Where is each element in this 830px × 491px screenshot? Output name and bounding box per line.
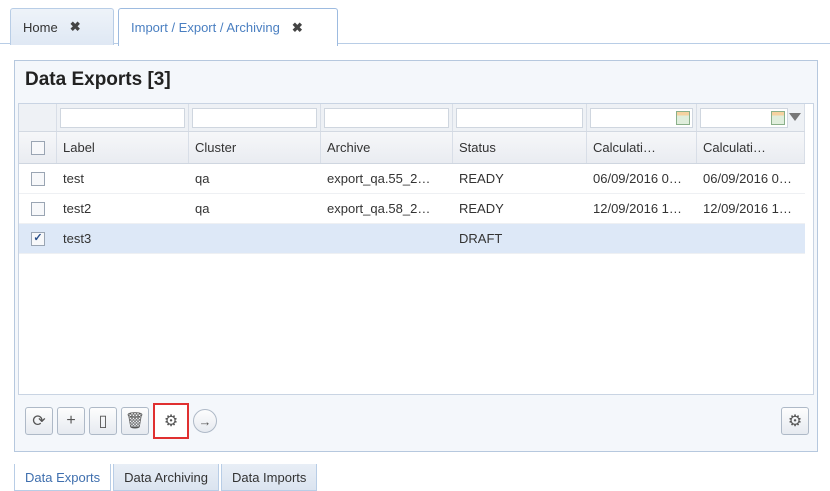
gear-button[interactable]: ⚙	[153, 403, 189, 439]
row-checkbox[interactable]	[31, 201, 45, 216]
cell-calc1: 06/09/2016 0…	[593, 171, 682, 186]
calendar-icon[interactable]	[676, 110, 690, 125]
tab-import-export-archiving[interactable]: Import / Export / Archiving ✖	[118, 8, 338, 46]
filter-cell-calc1	[587, 104, 697, 131]
tab-home[interactable]: Home ✖	[10, 8, 114, 45]
run-export-button[interactable]: →	[193, 409, 217, 433]
refresh-icon: ⟳	[32, 413, 46, 430]
cell-archive: export_qa.58_2…	[327, 201, 431, 216]
filter-status-input[interactable]	[456, 107, 583, 128]
tab-import-export-label: Import / Export / Archiving	[131, 20, 280, 35]
header-select-all[interactable]	[19, 132, 57, 163]
panel-title: Data Exports [3]	[25, 69, 171, 90]
filter-row	[19, 104, 805, 132]
cell-calc2	[697, 224, 805, 253]
close-icon[interactable]: ✖	[292, 20, 303, 36]
table-row[interactable]: test2 qa export_qa.58_2… READY 12/09/201…	[19, 194, 805, 224]
cell-archive: export_qa.55_2…	[327, 171, 431, 186]
trash-icon: 🗑	[124, 413, 146, 430]
bottom-tab-bar: Data Exports Data Archiving Data Imports	[14, 464, 319, 491]
filter-archive-input[interactable]	[324, 107, 449, 128]
close-icon[interactable]: ✖	[70, 19, 81, 35]
delete-button[interactable]: 🗑	[121, 407, 149, 435]
column-header-archive[interactable]: Archive	[321, 132, 453, 163]
cell-calc1: 12/09/2016 1…	[593, 201, 682, 216]
column-header-calc1[interactable]: Calculati…	[587, 132, 697, 163]
filter-label-input[interactable]	[60, 107, 185, 128]
cell-archive	[321, 224, 453, 253]
arrow-right-circle-icon: →	[198, 413, 212, 429]
filter-cell-status	[453, 104, 587, 131]
filter-icon[interactable]	[789, 112, 801, 121]
gear-icon: ⚙	[787, 413, 803, 430]
row-checkbox-cell: ✓	[19, 224, 57, 253]
cell-cluster: qa	[195, 171, 210, 186]
table-row[interactable]: test qa export_qa.55_2… READY 06/09/2016…	[19, 164, 805, 194]
grid-settings-button[interactable]: ⚙	[781, 407, 809, 435]
row-checkbox[interactable]: ✓	[31, 231, 45, 246]
add-export-button[interactable]: +	[57, 407, 85, 435]
tab-data-exports[interactable]: Data Exports	[14, 464, 112, 491]
gear-icon: ⚙	[163, 413, 179, 430]
filter-cell-archive	[321, 104, 453, 131]
cell-calc2: 12/09/2016 1…	[703, 201, 792, 216]
exports-grid: Label Cluster Archive Status Calculati… …	[18, 103, 814, 395]
filter-calc2-input[interactable]	[700, 107, 801, 128]
data-exports-panel: Data Exports [3] Label Cluster Archive S…	[14, 60, 818, 452]
filter-calc1-input[interactable]	[590, 107, 693, 128]
cell-cluster	[189, 224, 321, 253]
select-all-checkbox[interactable]	[30, 140, 45, 155]
calendar-icon[interactable]	[771, 110, 785, 125]
document-icon: ▯	[98, 413, 108, 430]
cell-status: DRAFT	[459, 231, 503, 246]
cell-calc2: 06/09/2016 0…	[703, 171, 792, 186]
column-header-cluster[interactable]: Cluster	[189, 132, 321, 163]
filter-cell-check	[19, 104, 57, 131]
top-tab-bar: Home ✖ Import / Export / Archiving ✖	[0, 0, 830, 46]
tab-data-imports[interactable]: Data Imports	[220, 464, 318, 491]
row-checkbox-cell	[19, 194, 57, 223]
tab-home-label: Home	[23, 19, 58, 35]
table-row-selected[interactable]: ✓ test3 DRAFT	[19, 224, 805, 254]
column-header-calc2[interactable]: Calculati…	[697, 132, 805, 163]
cell-status: READY	[459, 171, 504, 186]
cell-label: test3	[63, 231, 92, 246]
header-row: Label Cluster Archive Status Calculati… …	[19, 132, 805, 164]
row-checkbox[interactable]	[31, 171, 45, 186]
filter-cluster-input[interactable]	[192, 107, 317, 128]
filter-cell-cluster	[189, 104, 321, 131]
cell-cluster: qa	[195, 201, 210, 216]
column-header-status[interactable]: Status	[453, 132, 587, 163]
filter-cell-label	[57, 104, 189, 131]
filter-cell-calc2	[697, 104, 805, 131]
cell-calc1	[587, 224, 697, 253]
grid-toolbar: ⟳ + ▯ 🗑 ⚙ →	[25, 403, 217, 439]
cell-status: READY	[459, 201, 504, 216]
row-checkbox-cell	[19, 164, 57, 193]
cell-label: test	[63, 171, 84, 186]
cell-label: test2	[63, 201, 92, 216]
edit-export-button[interactable]: ▯	[89, 407, 117, 435]
add-document-icon: +	[66, 412, 76, 429]
column-header-label[interactable]: Label	[57, 132, 189, 163]
tab-data-archiving[interactable]: Data Archiving	[113, 464, 219, 491]
refresh-button[interactable]: ⟳	[25, 407, 53, 435]
